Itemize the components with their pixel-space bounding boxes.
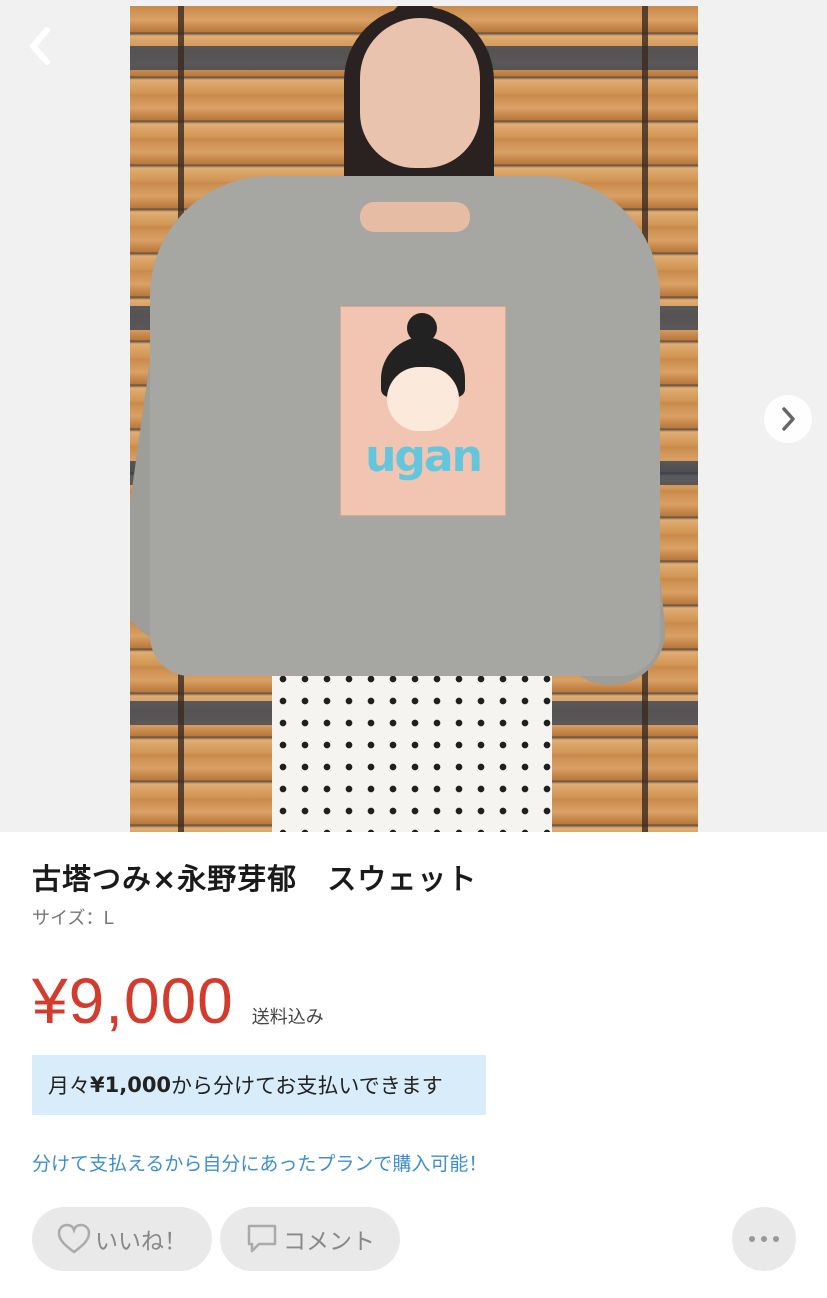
model-hand bbox=[360, 202, 470, 232]
print-text: ugan bbox=[365, 431, 483, 482]
sweatshirt-print: ugan bbox=[340, 306, 506, 516]
product-title: 古塔つみ×永野芽郁 スウェット bbox=[32, 862, 478, 896]
product-image-gallery[interactable]: ugan bbox=[0, 0, 827, 832]
price-row: ¥9,000 送料込み bbox=[32, 964, 324, 1038]
installment-banner[interactable]: 月々 ¥1,000 から分けてお支払いできます bbox=[32, 1055, 486, 1115]
installment-suffix: から分けてお支払いできます bbox=[171, 1074, 443, 1098]
more-options-button[interactable] bbox=[732, 1207, 796, 1271]
shipping-label: 送料込み bbox=[251, 1007, 324, 1028]
chevron-right-icon bbox=[782, 407, 795, 431]
action-bar: いいね！ コメント bbox=[32, 1207, 802, 1271]
heart-icon bbox=[57, 1223, 91, 1254]
product-price: ¥9,000 bbox=[32, 965, 234, 1037]
back-button[interactable] bbox=[18, 24, 62, 68]
installment-prefix: 月々 bbox=[48, 1074, 90, 1098]
like-button[interactable]: いいね！ bbox=[32, 1207, 212, 1271]
product-size: サイズ：L bbox=[32, 908, 114, 929]
comment-label: コメント bbox=[283, 1229, 375, 1255]
more-dots-icon bbox=[749, 1236, 779, 1242]
speech-bubble-icon bbox=[247, 1224, 277, 1253]
model-face bbox=[360, 18, 480, 168]
like-label: いいね！ bbox=[95, 1229, 187, 1255]
chevron-left-icon bbox=[30, 27, 50, 65]
comment-button[interactable]: コメント bbox=[220, 1207, 400, 1271]
product-photo[interactable]: ugan bbox=[130, 6, 698, 832]
installment-amount: ¥1,000 bbox=[90, 1073, 172, 1097]
next-image-button[interactable] bbox=[764, 395, 812, 443]
print-bun bbox=[407, 313, 437, 343]
print-face bbox=[387, 367, 459, 431]
payment-plan-link[interactable]: 分けて支払えるから自分にあったプランで購入可能！ bbox=[32, 1149, 487, 1176]
